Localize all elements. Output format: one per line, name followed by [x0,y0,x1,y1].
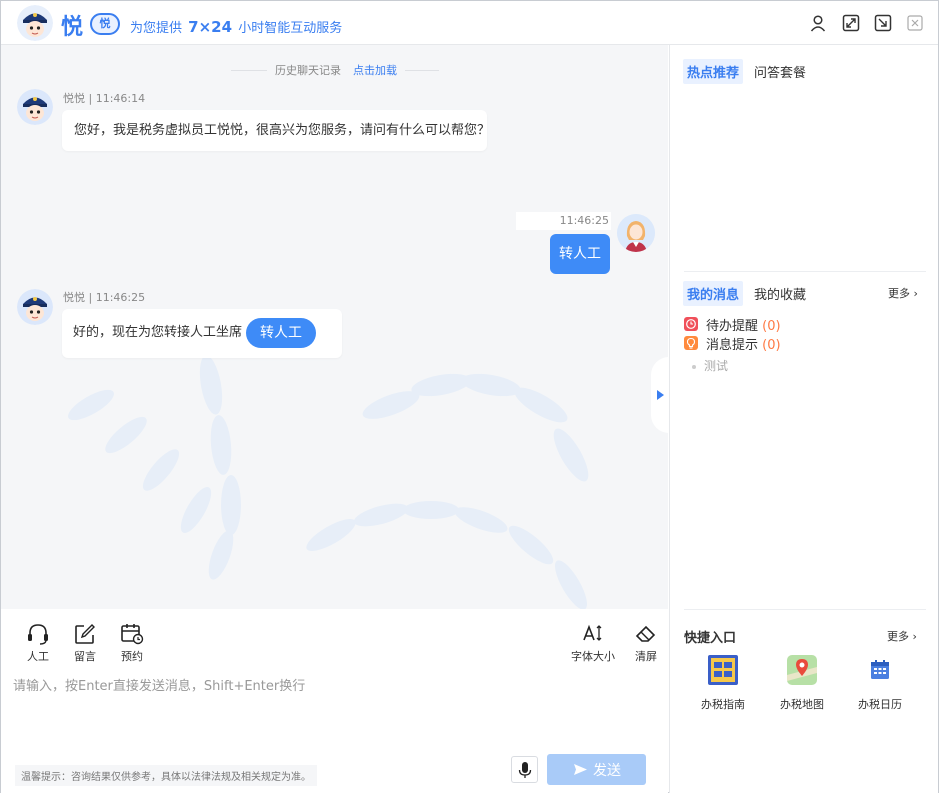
slogan-highlight: 7×24 [188,18,233,36]
bot-avatar [17,89,53,125]
user-avatar [617,214,655,252]
font-size-button[interactable]: 字体大小 [571,623,615,664]
eraser-icon [635,625,656,642]
message-time: 11:46:14 [95,92,146,105]
quick-more-link[interactable]: 更多 › [887,628,917,644]
send-button[interactable]: 发送 [547,754,646,785]
meta-separator: | [85,92,96,105]
sender-name: 悦悦 [63,291,85,304]
clear-screen-button[interactable]: 清屏 [634,623,658,664]
minimize-icon[interactable] [874,14,892,32]
appointment-button[interactable]: 预约 [119,623,145,664]
message-meta: 悦悦 | 11:46:25 [63,289,145,305]
tab-my-favorites[interactable]: 我的收藏 [754,281,806,306]
bot-message-bubble: 好的，现在为您转接人工坐席 转人工 [62,309,342,358]
chat-area[interactable]: 历史聊天记录 点击加载 悦悦 | 11:46:14 您好，我是税务虚拟员工悦悦，… [1,45,668,609]
slogan-suffix: 小时智能互动服务 [238,21,343,36]
fullscreen-icon[interactable] [842,14,860,32]
sub-item-label: 测试 [704,359,729,373]
tool-label: 字体大小 [571,650,615,663]
headset-icon [28,624,48,645]
shortcut-label: 办税指南 [701,698,745,711]
tax-calendar-shortcut[interactable]: 办税日历 [845,655,915,712]
tool-label: 清屏 [635,650,657,663]
history-divider-left [231,70,267,71]
section-divider [684,271,926,272]
edit-icon [75,624,95,644]
tab-my-messages[interactable]: 我的消息 [683,281,744,306]
transfer-agent-button[interactable]: 转人工 [246,318,317,348]
input-toolbar: 人工 留言 预约 字体大小 清屏 [1,609,668,667]
voice-input-button[interactable] [511,756,538,783]
bullet-dot [692,364,696,369]
brand-badge: 悦 [90,13,120,35]
input-area: 温馨提示：咨询结果仅供参考，具体以法律法规及相关规定为准。 发送 [1,667,668,793]
slogan-prefix: 为您提供 [130,21,183,36]
tax-guide-shortcut[interactable]: 办税指南 [688,655,758,712]
collapse-panel-tab[interactable] [651,357,668,433]
history-divider-right [405,70,439,71]
leave-message-button[interactable]: 留言 [73,623,97,664]
messages-more-link[interactable]: 更多 › [888,285,918,301]
header: 悦 悦 为您提供 7×24 小时智能互动服务 [1,1,938,45]
map-icon [787,655,817,685]
shortcut-label: 办税日历 [858,698,902,711]
font-size-icon [583,624,602,641]
more-label: 更多 [888,287,910,300]
tab-qa-package[interactable]: 问答套餐 [754,59,806,84]
shortcut-label: 办税地图 [780,698,824,711]
chat-window: 悦 悦 为您提供 7×24 小时智能互动服务 历史聊天记录 点击加载 悦悦 | … [0,0,939,793]
item-label: 消息提示 [706,338,759,353]
history-label: 历史聊天记录 [275,64,341,77]
message-text: 好的，现在为您转接人工坐席 [73,325,243,340]
send-label: 发送 [593,763,621,779]
calendar-clock-icon [121,624,144,645]
history-bar: 历史聊天记录 点击加载 [1,62,668,78]
load-history-link[interactable]: 点击加载 [353,62,397,78]
clock-icon [684,317,698,331]
more-label: 更多 [887,630,909,643]
quick-entry-title: 快捷入口 [684,631,737,646]
human-agent-button[interactable]: 人工 [25,623,51,664]
message-time: 11:46:25 [95,291,146,304]
meta-separator: | [85,291,96,304]
message-time: 11:46:25 [516,212,611,230]
send-icon [574,764,587,775]
close-icon[interactable] [906,14,924,32]
brand-name: 悦 [61,15,84,40]
tab-hot-recommend[interactable]: 热点推荐 [683,59,744,84]
calendar-icon [871,660,889,679]
item-label: 待办提醒 [706,319,759,334]
user-message-bubble: 转人工 [550,234,610,274]
tool-label: 人工 [27,650,49,663]
disclaimer-notice: 温馨提示：咨询结果仅供参考，具体以法律法规及相关规定为准。 [15,765,317,786]
message-meta: 悦悦 | 11:46:14 [63,90,145,106]
section-divider [684,609,926,610]
tool-label: 留言 [74,650,96,663]
message-text: 您好，我是税务虚拟员工悦悦，很高兴为您服务，请问有什么可以帮您？ [74,123,491,138]
robot-avatar [17,5,53,41]
user-icon[interactable] [809,14,827,32]
side-panel: 热点推荐 问答套餐 我的消息 我的收藏 更多 › 待办提醒 (0) 消息提示 (… [669,45,938,793]
bulb-icon [684,336,698,350]
message-sub-item[interactable]: 测试 [692,357,728,374]
bot-avatar [17,289,53,325]
tax-map-shortcut[interactable]: 办税地图 [767,655,837,712]
message-input[interactable] [13,675,653,745]
caret-right-icon [657,390,664,400]
bot-message-bubble: 您好，我是税务虚拟员工悦悦，很高兴为您服务，请问有什么可以帮您？ [62,110,491,151]
item-count: (0) [762,319,781,334]
wheat-watermark [68,355,589,609]
microphone-icon [518,762,532,778]
message-text: 转人工 [559,246,601,262]
item-count: (0) [762,338,781,353]
tool-label: 预约 [121,650,143,663]
slogan: 为您提供 7×24 小时智能互动服务 [130,17,342,36]
sender-name: 悦悦 [63,92,85,105]
guide-icon [708,655,738,685]
